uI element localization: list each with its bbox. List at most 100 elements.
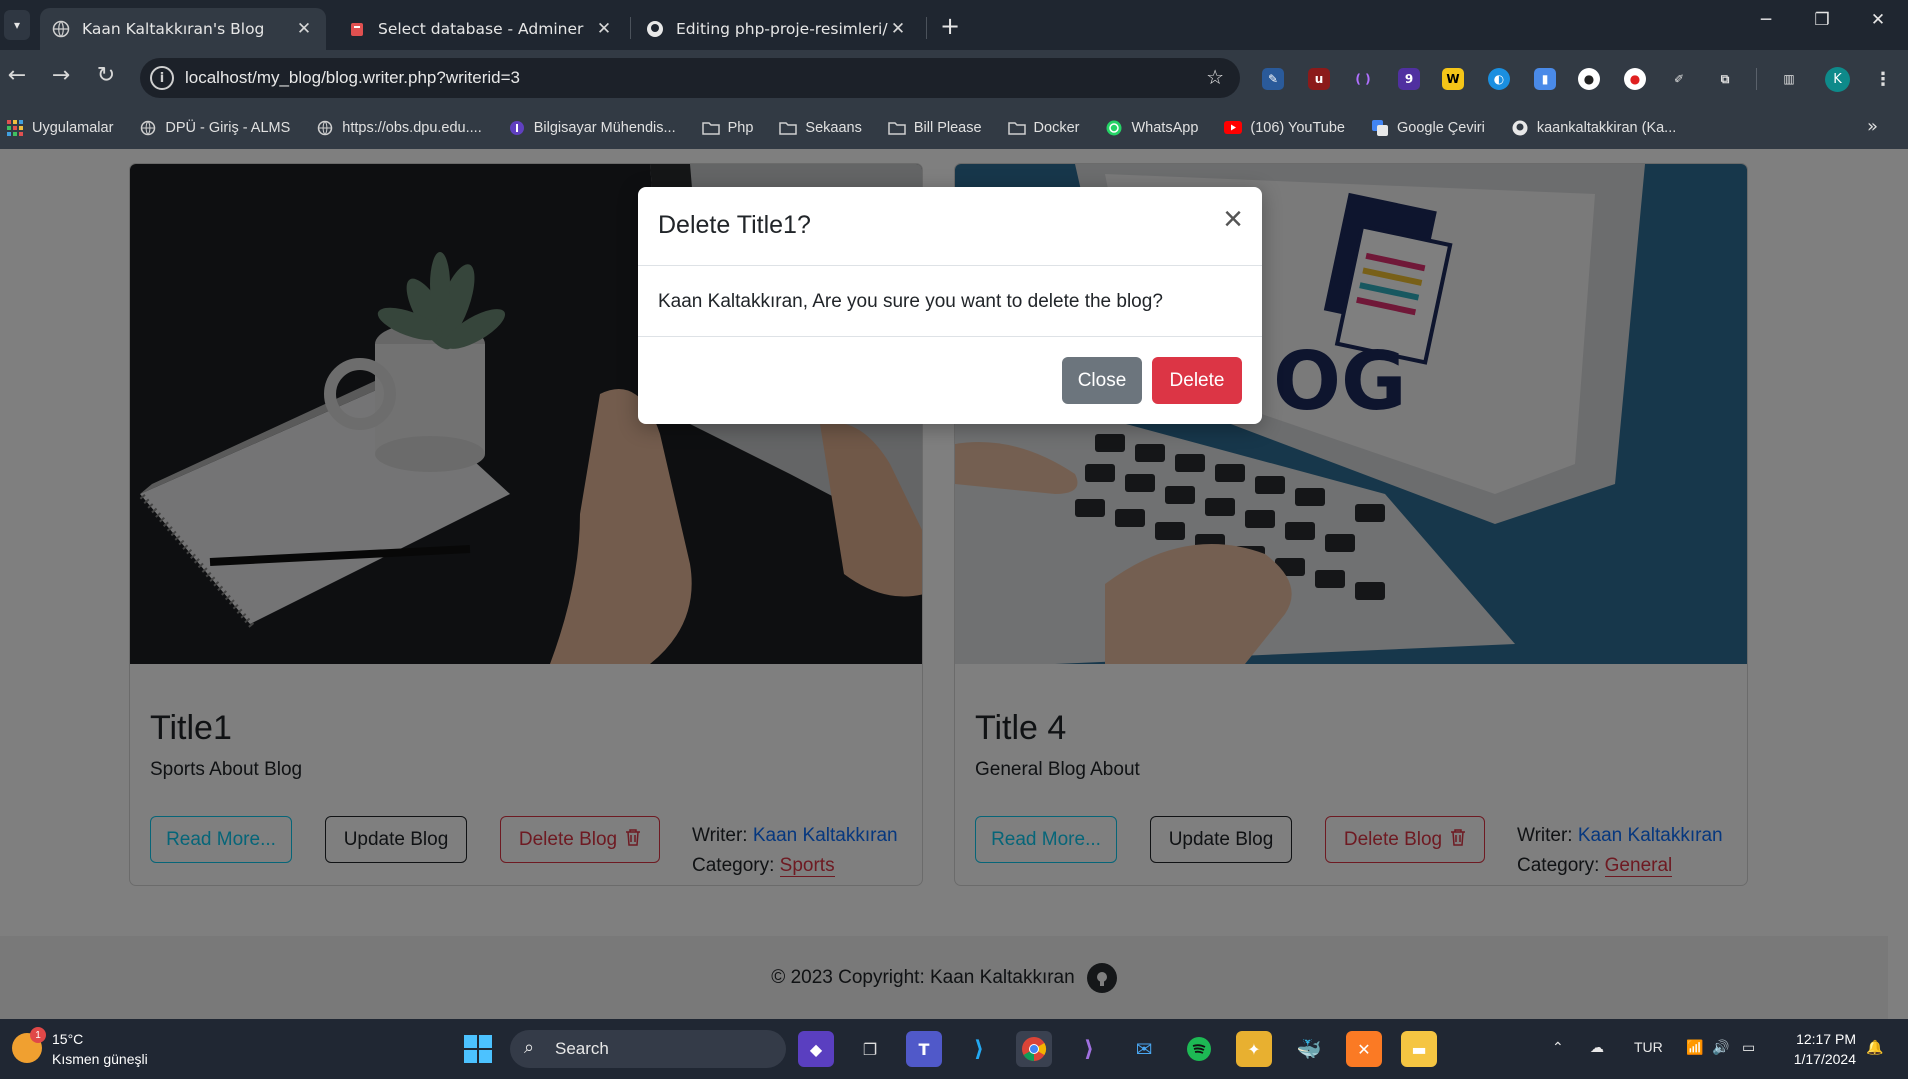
extension-brackets-icon[interactable]: ( ) xyxy=(1352,68,1374,90)
bookmark-label: Docker xyxy=(1033,119,1080,136)
modal-delete-button[interactable]: Delete xyxy=(1152,357,1242,404)
modal-footer-divider xyxy=(638,336,1262,337)
bookmark-folder-sekaans[interactable]: Sekaans xyxy=(779,119,862,137)
folder-icon xyxy=(1007,119,1026,137)
forward-arrow-icon[interactable]: → xyxy=(46,63,76,88)
close-icon[interactable]: × xyxy=(1218,202,1248,236)
vscode-icon[interactable]: ⟩ xyxy=(961,1031,997,1067)
taskbar-search[interactable]: ⌕ Search xyxy=(510,1030,786,1068)
search-label: Search xyxy=(555,1039,609,1058)
tab-close-icon[interactable]: ✕ xyxy=(294,19,314,39)
extension-blue-icon[interactable]: ◐ xyxy=(1488,68,1510,90)
modal-close-button[interactable]: Close xyxy=(1062,357,1142,404)
restore-icon[interactable]: ❐ xyxy=(1802,10,1842,30)
address-bar[interactable]: i localhost/my_blog/blog.writer.php?writ… xyxy=(140,58,1240,98)
tab-github[interactable]: Editing php-proje-resimleri/blo ✕ xyxy=(634,8,920,50)
extension-badge-icon[interactable]: 9 xyxy=(1398,68,1420,90)
extension-circle-icon[interactable]: ● xyxy=(1578,68,1600,90)
search-icon: ⌕ xyxy=(524,1037,535,1057)
browser-toolbar: ← → ↻ i localhost/my_blog/blog.writer.ph… xyxy=(0,50,1908,106)
battery-icon[interactable]: ▭ xyxy=(1742,1039,1755,1056)
toolbar-divider xyxy=(1756,68,1757,90)
new-tab-button[interactable]: + xyxy=(940,12,960,40)
windows-start-icon[interactable] xyxy=(460,1031,496,1067)
extension-doc-icon[interactable]: ▮ xyxy=(1534,68,1556,90)
tab-adminer[interactable]: Select database - Adminer ✕ xyxy=(336,8,626,50)
tab-close-icon[interactable]: ✕ xyxy=(594,19,614,39)
side-panel-icon[interactable]: ▥ xyxy=(1778,68,1800,90)
bookmark-whatsapp[interactable]: WhatsApp xyxy=(1105,119,1198,137)
tab-label: Select database - Adminer xyxy=(378,20,584,38)
ublock-icon[interactable]: u xyxy=(1308,68,1330,90)
visual-studio-icon[interactable]: ⟩ xyxy=(1071,1031,1107,1067)
extension-record-icon[interactable]: ● xyxy=(1624,68,1646,90)
volume-icon[interactable]: 🔊 xyxy=(1712,1039,1729,1056)
extensions-puzzle-icon[interactable]: ⧉ xyxy=(1714,68,1736,90)
bookmark-label: Bilgisayar Mühendis... xyxy=(533,119,676,136)
bookmark-google-translate[interactable]: Google Çeviri xyxy=(1371,119,1485,137)
copilot-icon[interactable]: ◆ xyxy=(798,1031,834,1067)
info-icon xyxy=(508,119,526,137)
url-text[interactable]: localhost/my_blog/blog.writer.php?writer… xyxy=(185,68,520,88)
bookmark-github[interactable]: kaankaltakkiran (Ka... xyxy=(1511,119,1676,137)
bookmark-dpu-alms[interactable]: DPÜ - Giriş - ALMS xyxy=(139,119,290,137)
xampp-icon[interactable]: ✕ xyxy=(1346,1031,1382,1067)
mail-icon[interactable]: ✉ xyxy=(1126,1031,1162,1067)
youtube-icon xyxy=(1224,119,1243,137)
minimize-icon[interactable]: ─ xyxy=(1746,10,1786,30)
tab-label: Editing php-proje-resimleri/blo xyxy=(676,20,888,38)
bookmark-folder-docker[interactable]: Docker xyxy=(1007,119,1080,137)
tab-search-button[interactable]: ▾ xyxy=(4,10,30,40)
chrome-icon[interactable] xyxy=(1016,1031,1052,1067)
back-arrow-icon[interactable]: ← xyxy=(2,63,32,88)
folder-icon xyxy=(888,119,906,137)
bookmark-obs[interactable]: https://obs.dpu.edu.... xyxy=(316,119,482,137)
teams-icon[interactable]: T xyxy=(906,1031,942,1067)
eyedropper-icon[interactable]: ✐ xyxy=(1668,68,1690,90)
bookmark-label: Google Çeviri xyxy=(1397,119,1485,136)
tab-close-icon[interactable]: ✕ xyxy=(888,19,908,39)
bookmark-label: DPÜ - Giriş - ALMS xyxy=(165,119,291,136)
profile-avatar[interactable]: K xyxy=(1825,67,1850,92)
notification-bell-icon[interactable]: 🔔 xyxy=(1866,1039,1883,1056)
app-icon[interactable]: ✦ xyxy=(1236,1031,1272,1067)
bookmark-youtube[interactable]: (106) YouTube xyxy=(1224,119,1345,137)
apps-grid-icon xyxy=(6,119,24,137)
bookmark-folder-php[interactable]: Php xyxy=(701,119,753,137)
docker-icon[interactable]: 🐳 xyxy=(1291,1031,1327,1067)
bookmark-folder-bill-please[interactable]: Bill Please xyxy=(888,119,982,137)
extension-w-icon[interactable]: W xyxy=(1442,68,1464,90)
delete-confirm-modal: Delete Title1? × Kaan Kaltakkıran, Are y… xyxy=(638,187,1262,424)
bookmark-label: Bill Please xyxy=(913,119,982,136)
close-window-icon[interactable]: ✕ xyxy=(1858,10,1898,30)
browser-tab-strip: ▾ Kaan Kaltakkıran's Blog ✕ Select datab… xyxy=(0,0,1908,50)
tab-label: Kaan Kaltakkıran's Blog xyxy=(82,20,265,38)
bookmark-bilgisayar[interactable]: Bilgisayar Mühendis... xyxy=(508,119,676,137)
site-info-icon[interactable]: i xyxy=(150,66,174,90)
globe-icon xyxy=(52,20,70,38)
file-explorer-icon[interactable]: ▬ xyxy=(1401,1031,1437,1067)
language-indicator[interactable]: TUR xyxy=(1634,1039,1663,1055)
extension-badge-count: 9 xyxy=(1404,72,1414,86)
weather-temp: 15°C xyxy=(52,1031,84,1047)
bookmark-apps[interactable]: Uygulamalar xyxy=(6,119,113,137)
windows-taskbar: 1 15°C Kısmen güneşli ⌕ Search ◆ ❐ T ⟩ ⟩… xyxy=(0,1019,1908,1079)
whatsapp-icon xyxy=(1105,119,1123,137)
tray-chevron-icon[interactable]: ⌃ xyxy=(1552,1039,1564,1056)
clock-time: 12:17 PM xyxy=(1796,1031,1856,1047)
reload-icon[interactable]: ↻ xyxy=(91,63,121,88)
bookmark-label: WhatsApp xyxy=(1131,119,1199,136)
wifi-icon[interactable]: 📶 xyxy=(1686,1039,1703,1056)
notification-badge: 1 xyxy=(30,1027,46,1043)
spotify-icon[interactable] xyxy=(1181,1031,1217,1067)
bookmark-star-icon[interactable]: ☆ xyxy=(1206,65,1224,89)
modal-title: Delete Title1? xyxy=(658,211,811,239)
extension-tool-icon[interactable]: ✎ xyxy=(1262,68,1284,90)
kebab-menu-icon[interactable]: ⋮ xyxy=(1872,68,1894,90)
bookmarks-overflow-icon[interactable]: » xyxy=(1867,116,1878,137)
system-clock[interactable]: 12:17 PM 1/17/2024 xyxy=(1784,1029,1856,1069)
onedrive-icon[interactable]: ☁ xyxy=(1590,1039,1604,1056)
tab-blog[interactable]: Kaan Kaltakkıran's Blog ✕ xyxy=(40,8,326,50)
task-view-icon[interactable]: ❐ xyxy=(852,1031,888,1067)
github-icon xyxy=(646,20,664,38)
